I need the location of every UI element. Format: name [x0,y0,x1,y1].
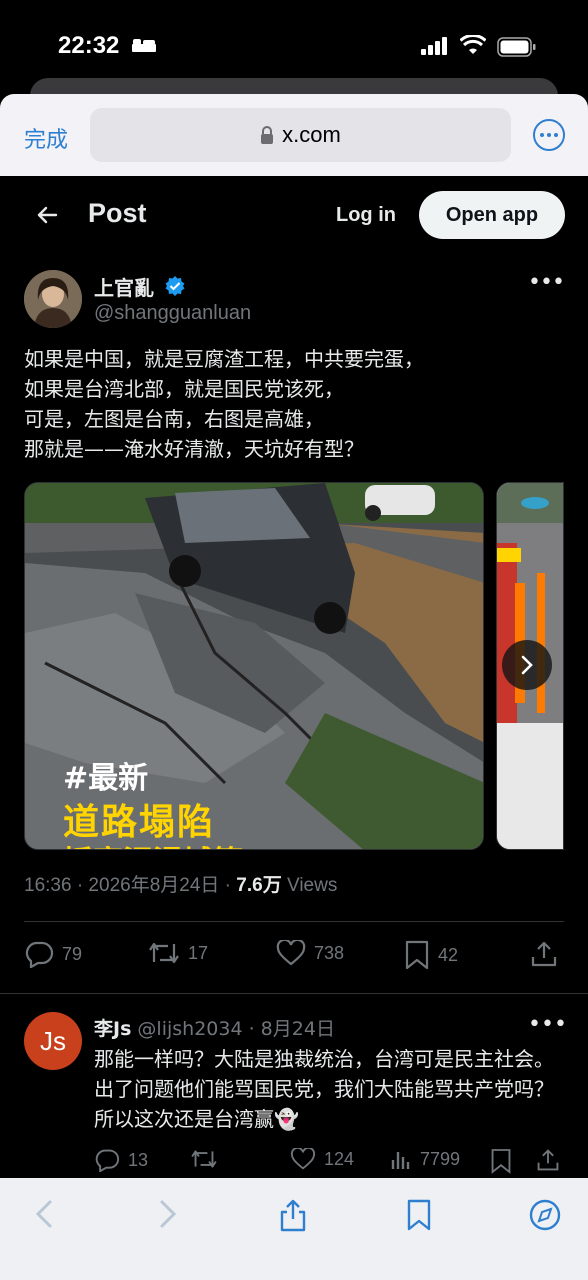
battery-icon [497,37,536,57]
done-button[interactable]: 完成 [24,122,68,154]
reply-like-count: 124 [324,1148,355,1169]
reply-header: 李Js @lijsh2034 · 8月24日 [94,1014,335,1041]
share-button[interactable] [530,940,558,968]
open-app-button[interactable]: Open app [419,191,565,239]
post-image[interactable]: #最新 道路塌陷 插塞泥浸城簫 [24,482,484,850]
like-button[interactable]: 738 [276,940,344,966]
divider [0,993,588,994]
chevron-right-icon [521,655,533,675]
status-time: 22:32 [58,32,120,59]
wifi-icon [460,35,486,54]
heart-icon [276,940,306,966]
reply-share-button[interactable] [536,1148,560,1172]
bookmark-count: 42 [438,944,459,965]
share-icon [537,1149,559,1171]
back-arrow-icon[interactable] [36,204,58,226]
reply-actions: 13 124 7799 [0,1148,588,1178]
reply-repost-button[interactable] [190,1148,218,1170]
author-name[interactable]: 上官亂 [94,272,154,301]
reply-views-button[interactable]: 7799 [390,1148,460,1170]
reply-icon [25,941,54,968]
browser-toolbar: 完成 x.com [0,94,588,176]
bookmark-icon [405,940,429,970]
repost-button[interactable]: 17 [148,940,208,966]
reply-author-name[interactable]: 李Js [94,1018,131,1040]
reply-reply-count: 13 [128,1149,149,1170]
reply-author-avatar[interactable]: Js [24,1012,82,1070]
verified-badge-icon [165,276,185,296]
views-label: Views [281,875,338,896]
reply-text: 那能一样吗？大陆是独裁统治，台湾可是民主社会。出了问题他们能骂国民党，我们大陆能… [94,1047,554,1131]
more-options-icon[interactable] [533,119,565,151]
reply-more-icon[interactable]: ••• [528,1012,567,1037]
analytics-icon [391,1152,410,1169]
post-timestamp: 16:36 · 2026年8月24日 · [24,875,237,896]
reply-icon [95,1149,120,1172]
address-bar[interactable]: x.com [90,108,511,162]
repost-icon [191,1150,217,1168]
repost-count: 17 [188,942,209,963]
media-tag-text: #最新 [63,761,149,796]
repost-icon [149,942,179,964]
reply-reply-button[interactable]: 13 [94,1148,148,1172]
media-next-button[interactable] [502,640,552,690]
reply-bookmark-button[interactable] [490,1148,512,1174]
bookmark-icon [491,1149,511,1174]
page-header: Post Log in Open app [0,176,588,256]
divider [24,921,564,922]
reply-like-button[interactable]: 124 [290,1148,354,1170]
author-handle[interactable]: @shangguanluan [94,302,251,325]
cellular-signal-icon [421,37,447,55]
bookmark-button[interactable]: 42 [404,940,458,970]
page-title: Post [88,198,147,228]
like-count: 738 [314,942,345,963]
heart-icon [290,1148,316,1170]
url-text: x.com [282,122,341,147]
back-chevron-icon[interactable] [32,1198,56,1230]
bookmarks-icon[interactable] [406,1198,432,1232]
lock-icon [261,126,274,144]
reply-count: 79 [62,943,83,964]
post-meta: 16:36 · 2026年8月24日 · 7.6万 Views [24,870,337,897]
post-actions: 79 17 738 42 [0,940,588,980]
browser-bottom-toolbar [0,1178,588,1280]
post-text: 如果是中国，就是豆腐渣工程，中共要完蛋， 如果是台湾北部，就是国民党该死， 可是… [24,347,424,461]
login-button[interactable]: Log in [336,204,396,227]
author-avatar[interactable] [24,270,82,328]
forward-chevron-icon[interactable] [156,1198,180,1230]
sleep-focus-icon [132,39,156,52]
share-icon [531,941,557,967]
post-more-icon[interactable]: ••• [528,270,565,295]
views-count: 7.6万 [236,875,282,896]
reply-handle-date[interactable]: @lijsh2034 · 8月24日 [131,1018,335,1040]
reply-views-count: 7799 [420,1148,461,1169]
open-in-safari-icon[interactable] [528,1198,562,1232]
share-sheet-icon[interactable] [278,1198,308,1232]
reply-button[interactable]: 79 [24,940,82,968]
media-subline: 插塞泥浸城簫 [63,837,243,849]
